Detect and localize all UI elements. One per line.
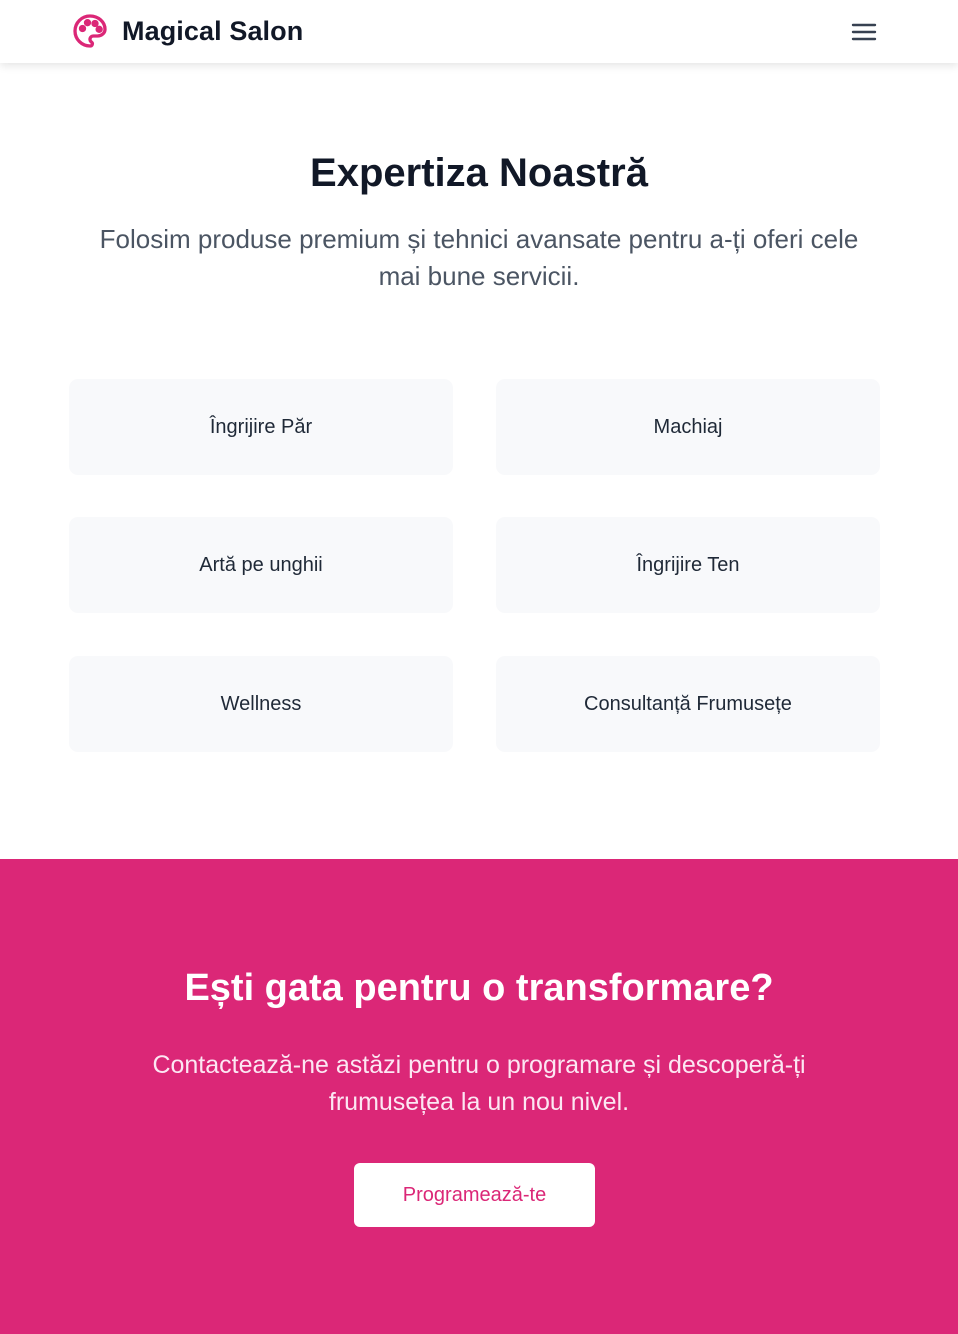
brand-name: Magical Salon [122,15,304,46]
cta-text: Contactează-ne astăzi pentru o programar… [152,1051,806,1116]
service-card-label: Wellness [220,692,302,715]
service-card-hair-care: Îngrijire Păr [69,379,453,475]
palette-icon [73,14,107,48]
service-card-label: Îngrijire Păr [209,415,313,438]
service-card-wellness: Wellness [69,656,453,752]
menu-toggle-button[interactable] [846,16,882,48]
brand-logo-link[interactable]: Magical Salon [70,11,303,51]
service-card-label: Îngrijire Ten [636,553,740,576]
expertise-section: Expertiza Noastră Folosim produse premiu… [0,63,958,859]
service-card-skin-care: Îngrijire Ten [496,517,880,613]
service-card-makeup: Machiaj [496,379,880,475]
expertise-subtitle: Folosim produse premium și tehnici avans… [99,224,859,291]
service-card-beauty-consulting: Consultanță Frumusețe [496,656,880,752]
service-card-nail-art: Artă pe unghii [69,517,453,613]
top-navbar: Magical Salon [0,0,958,63]
service-card-label: Consultanță Frumusețe [584,692,792,715]
cta-section: Ești gata pentru o transformare? Contact… [0,859,958,1334]
service-card-label: Artă pe unghii [199,553,323,576]
service-card-label: Machiaj [653,415,723,438]
book-appointment-button[interactable]: Programează-te [354,1163,595,1227]
expertise-title: Expertiza Noastră [310,151,648,195]
cta-title: Ești gata pentru o transformare? [184,967,774,1009]
hamburger-menu-icon [851,23,877,41]
